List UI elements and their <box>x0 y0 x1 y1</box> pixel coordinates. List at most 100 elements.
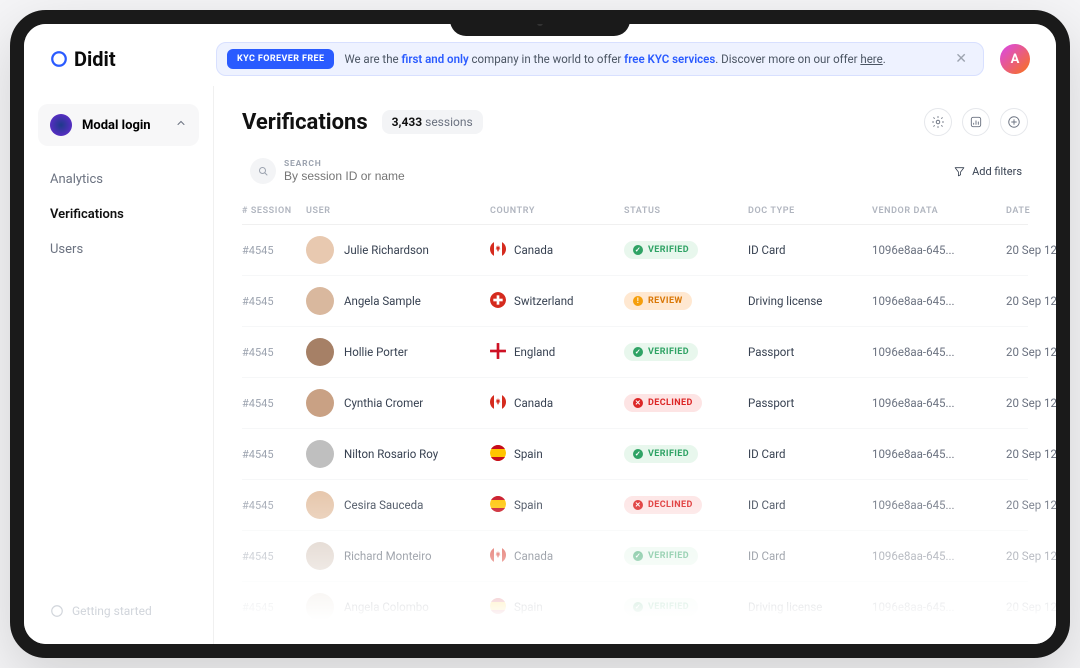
status-dot-icon: ! <box>633 296 643 306</box>
status-dot-icon: ✓ <box>633 551 643 561</box>
cell-vendor: 1096e8aa-645... <box>872 447 1002 461</box>
cell-user: Julie Richardson <box>306 236 486 264</box>
user-name: Cynthia Cromer <box>344 396 423 410</box>
cell-doctype: Driving license <box>748 294 868 308</box>
status-dot-icon: ✓ <box>633 245 643 255</box>
info-icon <box>50 604 64 618</box>
cell-session: #4545 <box>242 397 302 410</box>
cell-vendor: 1096e8aa-645... <box>872 549 1002 563</box>
cell-country: Switzerland <box>490 292 620 311</box>
cell-doctype: Passport <box>748 396 868 410</box>
country-name: England <box>514 345 555 359</box>
cell-doctype: ID Card <box>748 549 868 563</box>
cell-user: Richard Monteiro <box>306 542 486 570</box>
status-badge: ✓VERIFIED <box>624 598 698 616</box>
user-avatar <box>306 593 334 621</box>
flag-icon <box>490 241 506 260</box>
status-dot-icon: ✓ <box>633 602 643 612</box>
profile-avatar[interactable]: A <box>1000 44 1030 74</box>
sidebar-footer[interactable]: Getting started <box>38 596 199 626</box>
table-row[interactable]: #4545 Angela Colombo Spain ✓VERIFIED Dri… <box>242 582 1028 633</box>
status-badge: ✓VERIFIED <box>624 241 698 259</box>
user-avatar <box>306 236 334 264</box>
search-input[interactable] <box>284 169 439 183</box>
col-date: DATE <box>1006 206 1056 216</box>
cell-vendor: 1096e8aa-645... <box>872 396 1002 410</box>
settings-icon[interactable] <box>924 108 952 136</box>
banner-link[interactable]: here <box>860 52 882 66</box>
status-badge: ✕DECLINED <box>624 394 702 412</box>
cell-session: #4545 <box>242 244 302 257</box>
page-title: Verifications <box>242 110 368 135</box>
close-icon[interactable]: ✕ <box>949 51 973 67</box>
user-avatar <box>306 440 334 468</box>
cell-status: ✓VERIFIED <box>624 547 744 565</box>
table-row[interactable]: #4545 Angela Sample Switzerland !REVIEW … <box>242 276 1028 327</box>
cell-session: #4545 <box>242 550 302 563</box>
cell-session: #4545 <box>242 346 302 359</box>
cell-status: ✓VERIFIED <box>624 343 744 361</box>
cell-doctype: Passport <box>748 345 868 359</box>
logo-icon <box>50 50 68 68</box>
cell-doctype: ID Card <box>748 498 868 512</box>
cell-doctype: ID Card <box>748 243 868 257</box>
table-row[interactable]: #4545 Hollie Porter England ✓VERIFIED Pa… <box>242 327 1028 378</box>
status-badge: ✓VERIFIED <box>624 547 698 565</box>
user-name: Nilton Rosario Roy <box>344 447 438 461</box>
cell-country: Spain <box>490 598 620 617</box>
brand-logo[interactable]: Didit <box>50 47 200 71</box>
table-row[interactable]: #4545 Julie Richardson Canada ✓VERIFIED … <box>242 225 1028 276</box>
country-name: Spain <box>514 498 543 512</box>
cell-country: Canada <box>490 394 620 413</box>
status-dot-icon: ✕ <box>633 398 643 408</box>
status-badge: ✕DECLINED <box>624 496 702 514</box>
cell-vendor: 1096e8aa-645... <box>872 600 1002 614</box>
status-badge: ✓VERIFIED <box>624 343 698 361</box>
cell-date: 20 Sep 12:54 <box>1006 498 1056 512</box>
flag-icon <box>490 343 506 362</box>
user-avatar <box>306 287 334 315</box>
cell-date: 20 Sep 12:54 <box>1006 294 1056 308</box>
cell-status: ✕DECLINED <box>624 394 744 412</box>
table-header: # SESSION USER COUNTRY STATUS DOC TYPE V… <box>242 198 1028 225</box>
cell-date: 20 Sep 12:54 <box>1006 549 1056 563</box>
table-row[interactable]: #4545 Nilton Rosario Roy Spain ✓VERIFIED… <box>242 429 1028 480</box>
nav-analytics[interactable]: Analytics <box>38 164 199 195</box>
add-filters-button[interactable]: Add filters <box>947 161 1028 182</box>
search-label: SEARCH <box>284 159 439 169</box>
status-badge: ✓VERIFIED <box>624 445 698 463</box>
col-doctype: DOC TYPE <box>748 206 868 216</box>
country-name: Canada <box>514 549 553 563</box>
nav-users[interactable]: Users <box>38 234 199 265</box>
cell-user: Hollie Porter <box>306 338 486 366</box>
col-session: # SESSION <box>242 206 302 216</box>
project-selector[interactable]: Modal login <box>38 104 199 146</box>
cell-user: Angela Sample <box>306 287 486 315</box>
cell-status: ✓VERIFIED <box>624 445 744 463</box>
user-name: Richard Monteiro <box>344 549 432 563</box>
sidebar: Modal login Analytics Verifications User… <box>24 86 214 644</box>
table-row[interactable]: #4545 Richard Monteiro Canada ✓VERIFIED … <box>242 531 1028 582</box>
cell-user: Cesira Sauceda <box>306 491 486 519</box>
cell-country: Spain <box>490 496 620 515</box>
flag-icon <box>490 598 506 617</box>
col-vendor: VENDOR DATA <box>872 206 1002 216</box>
chart-icon[interactable] <box>962 108 990 136</box>
user-name: Angela Colombo <box>344 600 429 614</box>
cell-country: England <box>490 343 620 362</box>
cell-country: Spain <box>490 445 620 464</box>
cell-user: Angela Colombo <box>306 593 486 621</box>
search-box[interactable]: SEARCH <box>242 154 937 188</box>
table-row[interactable]: #4545 Cesira Sauceda Spain ✕DECLINED ID … <box>242 480 1028 531</box>
cell-vendor: 1096e8aa-645... <box>872 345 1002 359</box>
add-icon[interactable] <box>1000 108 1028 136</box>
nav-verifications[interactable]: Verifications <box>38 199 199 230</box>
cell-status: !REVIEW <box>624 292 744 310</box>
cell-session: #4545 <box>242 499 302 512</box>
project-icon <box>50 114 72 136</box>
cell-status: ✓VERIFIED <box>624 241 744 259</box>
col-country: COUNTRY <box>490 206 620 216</box>
flag-icon <box>490 496 506 515</box>
table-row[interactable]: #4545 Cynthia Cromer Canada ✕DECLINED Pa… <box>242 378 1028 429</box>
cell-status: ✕DECLINED <box>624 496 744 514</box>
